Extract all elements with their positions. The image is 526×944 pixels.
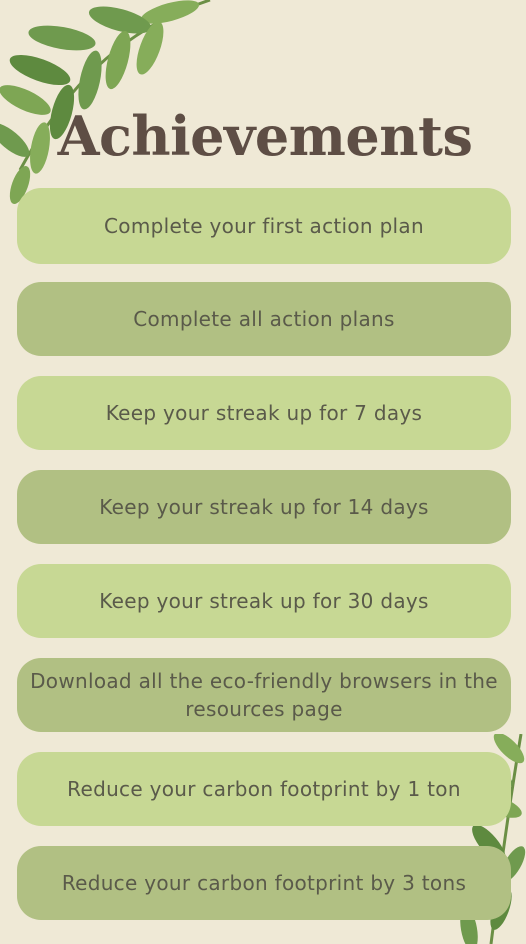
achievement-label: Complete all action plans (133, 307, 395, 331)
achievement-label: Keep your streak up for 7 days (105, 401, 423, 425)
achievement-item[interactable]: Complete your first action plan (17, 188, 511, 264)
achievement-label: Reduce your carbon footprint by 3 tons (61, 871, 467, 895)
achievement-item[interactable]: Keep your streak up for 7 days (17, 376, 511, 450)
page-title: Achievements (57, 104, 473, 168)
achievement-item[interactable]: Download all the eco-friendly browsers i… (17, 658, 511, 732)
achievement-item[interactable]: Reduce your carbon footprint by 1 ton (17, 752, 511, 826)
achievement-label: Reduce your carbon footprint by 1 ton (67, 777, 461, 801)
achievement-label: Keep your streak up for 14 days (99, 495, 429, 519)
achievement-label: Keep your streak up for 30 days (99, 589, 429, 613)
achievement-item[interactable]: Keep your streak up for 14 days (17, 470, 511, 544)
achievement-item[interactable]: Reduce your carbon footprint by 3 tons (17, 846, 511, 920)
achievement-label: Complete your first action plan (104, 214, 424, 238)
achievement-label: Download all the eco-friendly browsers i… (30, 669, 498, 721)
achievement-item[interactable]: Keep your streak up for 30 days (17, 564, 511, 638)
achievements-screen: Achievements Complete your first action … (0, 0, 526, 944)
achievements-list: Complete your first action plan Complete… (17, 188, 511, 920)
achievement-item[interactable]: Complete all action plans (17, 282, 511, 356)
